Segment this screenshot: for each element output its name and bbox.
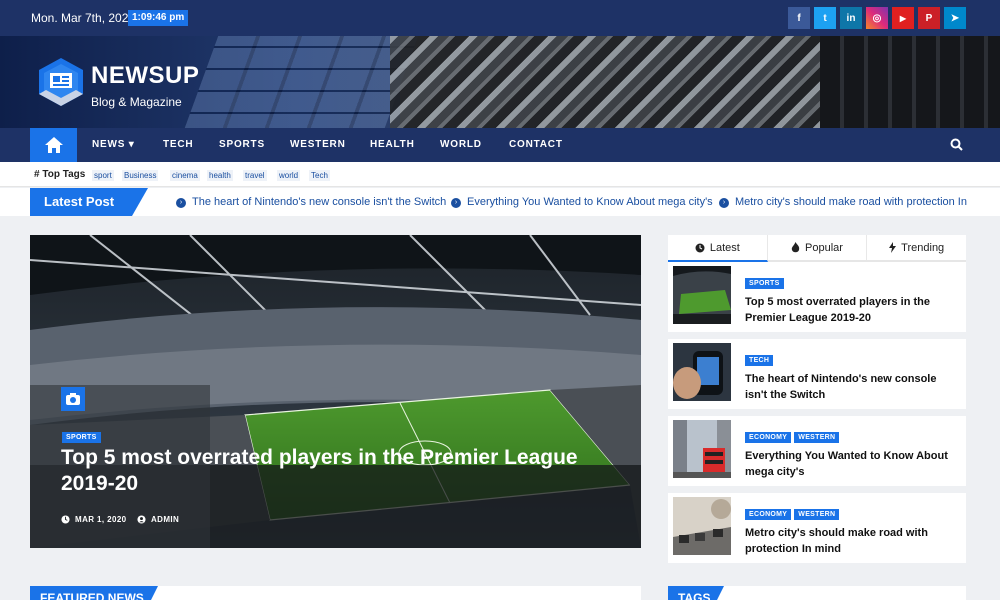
latest-post-label: Latest Post: [30, 188, 132, 216]
linkedin-icon[interactable]: in: [840, 7, 862, 29]
post-thumbnail: [673, 420, 731, 478]
arrow-right-icon: ›: [176, 198, 186, 208]
post-title[interactable]: Top 5 most overrated players in the Prem…: [745, 294, 960, 326]
ticker-item[interactable]: › Metro city's should make road with prot…: [719, 196, 967, 208]
tags-heading: TAGS: [668, 586, 712, 600]
clock-icon: [61, 515, 70, 524]
fire-icon: [791, 242, 800, 253]
search-icon[interactable]: [950, 138, 963, 151]
top-bar: Mon. Mar 7th, 2022 1:09:46 pm f t in ◎ ▶…: [0, 0, 1000, 36]
tag-link[interactable]: Tech: [309, 170, 330, 181]
nav-item-contact[interactable]: CONTACT: [509, 139, 563, 150]
current-time: 1:09:46 pm: [128, 10, 189, 26]
tag-link[interactable]: health: [207, 170, 233, 181]
instagram-icon[interactable]: ◎: [866, 7, 888, 29]
featured-news-heading: FEATURED NEWS: [30, 586, 146, 600]
category-badge[interactable]: ECONOMY: [745, 509, 792, 520]
category-badge[interactable]: TECH: [745, 355, 774, 366]
list-item[interactable]: ECONOMY WESTERN Metro city's should make…: [668, 493, 966, 563]
camera-icon: [61, 387, 85, 411]
tag-link[interactable]: cinema: [170, 170, 200, 181]
top-tags-label: # Top Tags: [34, 169, 86, 180]
tab-popular[interactable]: Popular: [768, 235, 868, 260]
home-button[interactable]: [30, 128, 77, 162]
tag-link[interactable]: world: [277, 170, 301, 181]
category-badge[interactable]: ECONOMY: [745, 432, 792, 443]
featured-post-title[interactable]: Top 5 most overrated players in the Prem…: [61, 445, 621, 497]
nav-item-tech[interactable]: TECH: [163, 139, 193, 150]
post-date: MAR 1, 2020: [61, 515, 127, 524]
home-icon: [44, 137, 63, 153]
nav-item-western[interactable]: WESTERN: [290, 139, 346, 150]
list-item[interactable]: SPORTS Top 5 most overrated players in t…: [668, 262, 966, 332]
user-icon: [137, 515, 146, 524]
twitter-icon[interactable]: t: [814, 7, 836, 29]
nav-item-news[interactable]: NEWS ▾: [92, 139, 135, 150]
ticker-item[interactable]: › The heart of Nintendo's new console isn…: [176, 196, 446, 208]
category-badge[interactable]: WESTERN: [794, 432, 840, 443]
youtube-icon[interactable]: ▶: [892, 7, 914, 29]
post-author[interactable]: ADMIN: [137, 515, 179, 524]
site-logo-icon[interactable]: [36, 56, 86, 108]
sidebar-tabs: Latest Popular Trending: [668, 235, 966, 262]
chevron-down-icon: ▾: [128, 139, 135, 150]
nav-item-health[interactable]: HEALTH: [370, 139, 415, 150]
post-thumbnail: [673, 343, 731, 401]
top-tags-bar: # Top Tags sport Business cinema health …: [0, 162, 1000, 187]
arrow-right-icon: ›: [719, 198, 729, 208]
nav-item-sports[interactable]: SPORTS: [219, 139, 265, 150]
site-header: NEWSUP Blog & Magazine: [0, 36, 1000, 128]
nav-item-world[interactable]: WORLD: [440, 139, 482, 150]
telegram-icon[interactable]: ➤: [944, 7, 966, 29]
bolt-icon: [889, 242, 897, 253]
post-title[interactable]: The heart of Nintendo's new console isn'…: [745, 371, 960, 403]
tab-latest[interactable]: Latest: [668, 235, 768, 262]
category-badge[interactable]: SPORTS: [62, 432, 101, 443]
tag-link[interactable]: travel: [243, 170, 267, 181]
list-item[interactable]: TECH The heart of Nintendo's new console…: [668, 339, 966, 409]
latest-post-ticker: Latest Post › The heart of Nintendo's new…: [0, 188, 1000, 216]
current-date: Mon. Mar 7th, 2022: [31, 11, 136, 25]
tag-link[interactable]: sport: [92, 170, 114, 181]
post-thumbnail: [673, 497, 731, 555]
post-title[interactable]: Everything You Wanted to Know About mega…: [745, 448, 960, 480]
tab-trending[interactable]: Trending: [867, 235, 966, 260]
stadium-image: [30, 235, 641, 548]
post-title[interactable]: Metro city's should make road with prote…: [745, 525, 960, 557]
arrow-right-icon: ›: [451, 198, 461, 208]
facebook-icon[interactable]: f: [788, 7, 810, 29]
featured-post-image[interactable]: [30, 235, 641, 548]
clock-icon: [695, 243, 705, 252]
main-navigation: NEWS ▾ TECH SPORTS WESTERN HEALTH WORLD …: [0, 128, 1000, 162]
pinterest-icon[interactable]: P: [918, 7, 940, 29]
list-item[interactable]: ECONOMY WESTERN Everything You Wanted to…: [668, 416, 966, 486]
header-background-tower: [820, 36, 1000, 128]
site-tagline: Blog & Magazine: [91, 95, 182, 109]
tag-link[interactable]: Business: [122, 170, 159, 181]
site-title[interactable]: NEWSUP: [91, 62, 199, 90]
post-thumbnail: [673, 266, 731, 324]
header-background-glass: [174, 36, 426, 128]
category-badge[interactable]: WESTERN: [794, 509, 840, 520]
category-badge[interactable]: SPORTS: [745, 278, 784, 289]
ticker-item[interactable]: › Everything You Wanted to Know About meg…: [451, 196, 713, 208]
